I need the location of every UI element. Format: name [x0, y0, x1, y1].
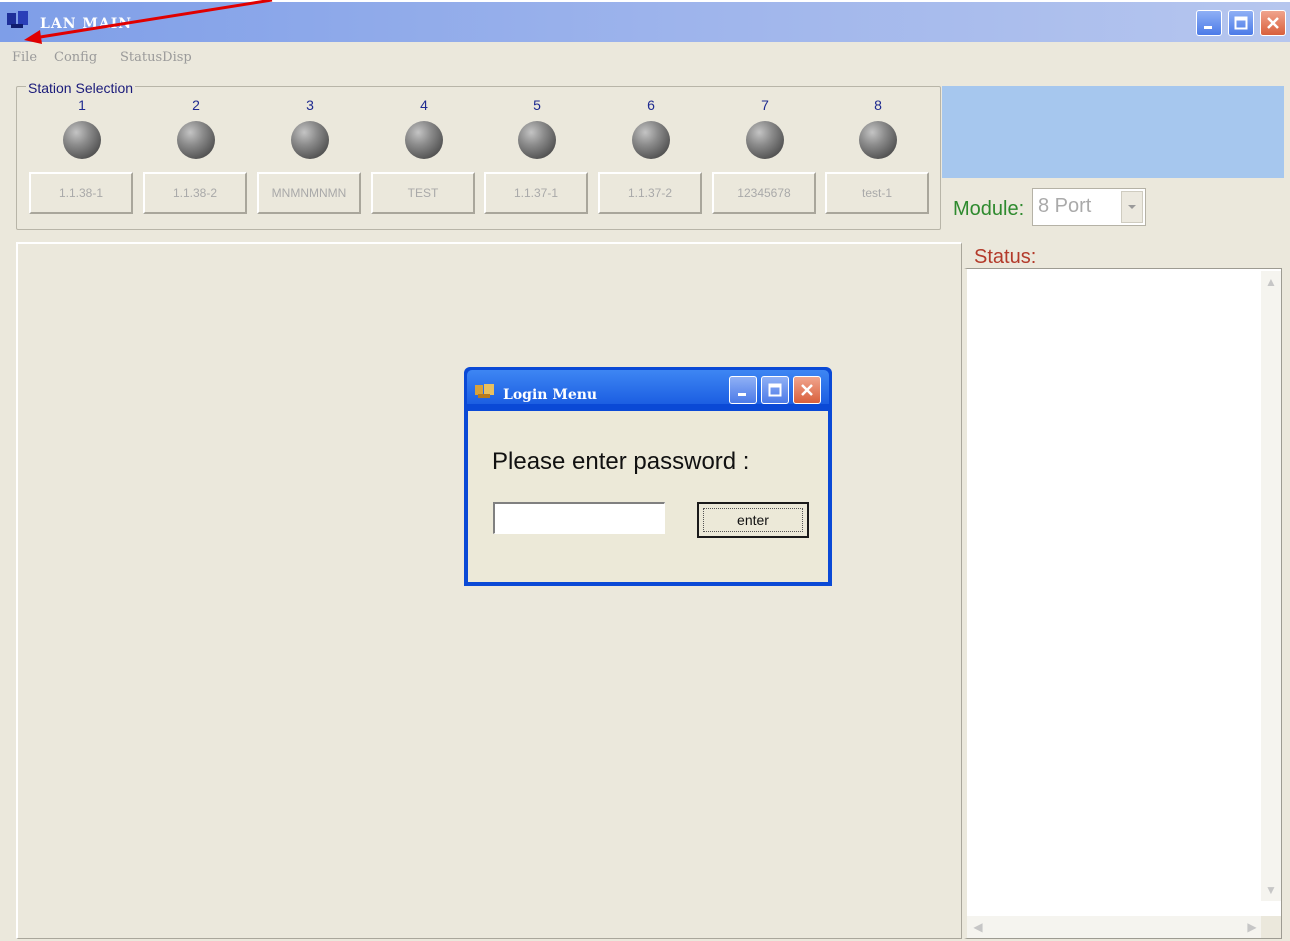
password-prompt: Please enter password :: [492, 448, 750, 475]
module-label: Module:: [953, 198, 1025, 220]
station-number-2: 2: [192, 97, 200, 113]
status-label: Status:: [974, 246, 1037, 268]
login-dialog-title: Login Menu: [503, 387, 598, 403]
station-indicator-5: [518, 121, 556, 159]
module-select[interactable]: 8 Port: [1032, 188, 1146, 226]
station-number-6: 6: [647, 97, 655, 113]
scrollbar-corner: [1261, 916, 1281, 938]
title-bar[interactable]: LAN MAIN: [0, 2, 1290, 42]
login-dialog: Login Menu Please enter password : enter: [464, 367, 832, 586]
station-number-1: 1: [78, 97, 86, 113]
station-indicator-2: [177, 121, 215, 159]
scroll-right-arrow-icon[interactable]: ▶: [1243, 918, 1261, 936]
horizontal-scrollbar[interactable]: ◀ ▶: [967, 916, 1263, 938]
login-dialog-body: Please enter password : enter: [468, 411, 828, 582]
station-button-5[interactable]: 1.1.37-1: [484, 172, 588, 214]
menu-file[interactable]: File: [12, 50, 37, 65]
station-indicator-4: [405, 121, 443, 159]
vertical-scrollbar[interactable]: ▲ ▼: [1261, 271, 1281, 901]
app-icon: [475, 384, 494, 398]
dialog-close-button[interactable]: [793, 376, 821, 404]
station-number-8: 8: [874, 97, 882, 113]
station-button-3[interactable]: MNMNMNMN: [257, 172, 361, 214]
status-log[interactable]: ▲ ▼ ◀ ▶: [964, 268, 1282, 939]
scroll-down-arrow-icon[interactable]: ▼: [1262, 881, 1280, 899]
station-indicator-8: [859, 121, 897, 159]
module-value: 8 Port: [1038, 195, 1092, 217]
station-button-4[interactable]: TEST: [371, 172, 475, 214]
main-panel: [16, 242, 962, 939]
menu-statusdisp[interactable]: StatusDisp: [120, 50, 192, 65]
maximize-icon: [768, 383, 782, 397]
close-button[interactable]: [1260, 10, 1286, 36]
station-number-5: 5: [533, 97, 541, 113]
minimize-icon: [1204, 26, 1212, 29]
station-number-4: 4: [420, 97, 428, 113]
dialog-maximize-button[interactable]: [761, 376, 789, 404]
minimize-icon: [738, 393, 746, 396]
station-indicator-6: [632, 121, 670, 159]
menu-config[interactable]: Config: [54, 50, 97, 65]
close-icon: [801, 384, 813, 396]
app-icon: [7, 11, 28, 28]
scroll-up-arrow-icon[interactable]: ▲: [1262, 273, 1280, 291]
station-number-3: 3: [306, 97, 314, 113]
station-button-8[interactable]: test-1: [825, 172, 929, 214]
maximize-icon: [1234, 16, 1248, 30]
menu-bar: File Config StatusDisp: [0, 46, 400, 68]
module-dropdown-button[interactable]: [1121, 191, 1143, 223]
enter-button-label: enter: [703, 508, 803, 532]
station-indicator-1: [63, 121, 101, 159]
scroll-left-arrow-icon[interactable]: ◀: [969, 918, 987, 936]
enter-button[interactable]: enter: [697, 502, 809, 538]
station-button-7[interactable]: 12345678: [712, 172, 816, 214]
login-dialog-title-bar[interactable]: Login Menu: [467, 370, 829, 404]
station-button-2[interactable]: 1.1.38-2: [143, 172, 247, 214]
station-button-1[interactable]: 1.1.38-1: [29, 172, 133, 214]
maximize-button[interactable]: [1228, 10, 1254, 36]
station-number-7: 7: [761, 97, 769, 113]
station-selection-title: Station Selection: [26, 80, 136, 96]
minimize-button[interactable]: [1196, 10, 1222, 36]
password-input[interactable]: [493, 502, 665, 534]
chevron-down-icon: [1128, 205, 1136, 209]
dialog-minimize-button[interactable]: [729, 376, 757, 404]
window-title: LAN MAIN: [40, 16, 133, 32]
info-panel: [942, 86, 1284, 178]
station-indicator-7: [746, 121, 784, 159]
station-indicator-3: [291, 121, 329, 159]
close-icon: [1267, 17, 1279, 29]
station-button-6[interactable]: 1.1.37-2: [598, 172, 702, 214]
